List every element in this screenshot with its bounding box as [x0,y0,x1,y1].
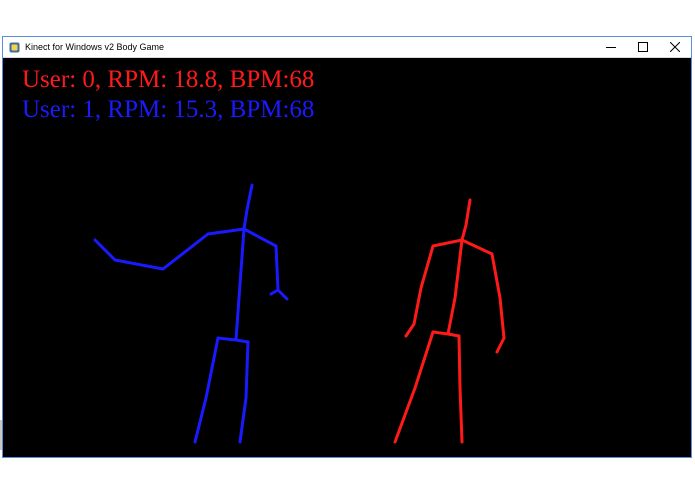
minimize-icon [606,47,616,48]
skeleton-user-0-right-arm [460,238,506,340]
skeleton-user-1-spine [234,183,254,342]
skeleton-user-1-left-arm [93,227,246,271]
skeleton-user-1-right-arm [242,227,289,301]
skeleton-user-0-hips [431,330,461,338]
skeleton-user-1-hips [216,336,250,344]
skeleton-layer [93,183,506,444]
game-canvas[interactable]: User: 0, RPM: 18.8, BPM:68 User: 1, RPM:… [3,58,691,457]
skeleton-user-0-spine [446,198,472,336]
skeleton-user-0-right-hand [495,336,506,354]
maximize-icon [638,42,648,52]
window-controls [595,37,691,57]
maximize-button[interactable] [627,37,659,57]
skeleton-user-0-left-hand [404,322,416,338]
window-title: Kinect for Windows v2 Body Game [25,42,165,52]
game-window: Kinect for Windows v2 Body Game User: 0,… [2,36,692,458]
minimize-button[interactable] [595,37,627,57]
skeleton-user-1-right-hand [269,288,280,296]
skeleton-user-0-right-leg [457,334,464,444]
skeleton-user-0 [393,198,506,444]
title-bar[interactable]: Kinect for Windows v2 Body Game [3,37,691,58]
skeleton-user-1 [93,183,289,444]
close-button[interactable] [659,37,691,57]
skeleton-user-0-left-arm [412,238,464,326]
desktop-edge [0,420,2,450]
python-pygame-icon [8,41,20,53]
skeleton-user-0-left-leg [393,330,435,444]
skeleton-user-1-left-leg [193,336,220,444]
skeleton-user-1-right-leg [238,340,250,444]
close-icon [670,42,680,52]
